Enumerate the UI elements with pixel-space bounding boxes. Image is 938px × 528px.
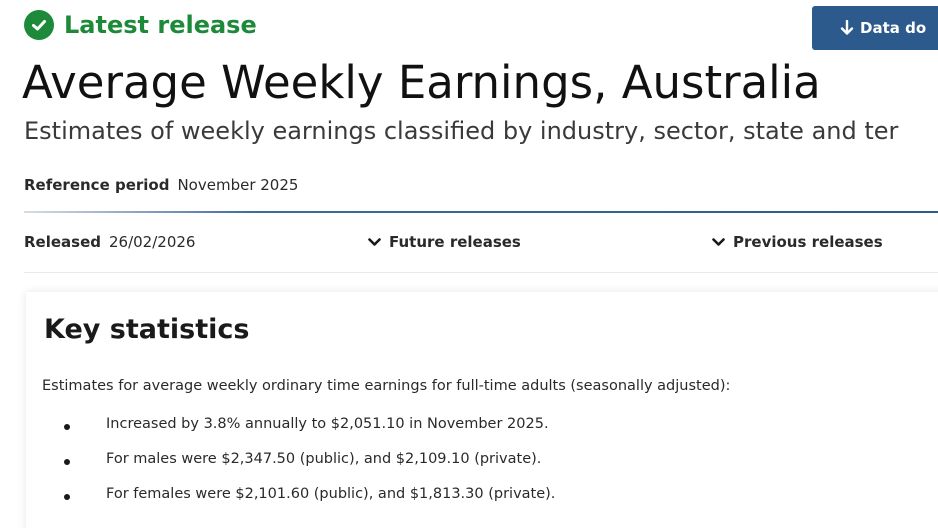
reference-period-label: Reference period — [24, 176, 170, 194]
previous-releases-toggle[interactable]: Previous releases — [712, 233, 883, 251]
chevron-down-icon — [368, 237, 381, 247]
list-item-text: For males were $2,347.50 (public), and $… — [106, 451, 542, 467]
latest-release-label: Latest release — [64, 11, 257, 39]
key-statistics-intro: Estimates for average weekly ordinary ti… — [42, 378, 731, 394]
key-statistics-panel: Key statistics Estimates for average wee… — [26, 292, 938, 528]
reference-period-value: November 2025 — [177, 176, 299, 194]
check-circle-icon — [24, 10, 54, 40]
released-value: 26/02/2026 — [109, 233, 196, 251]
released-date: Released 26/02/2026 — [24, 233, 195, 251]
reference-period: Reference period November 2025 — [24, 176, 298, 194]
previous-releases-label: Previous releases — [733, 233, 883, 251]
page-subtitle: Estimates of weekly earnings classified … — [24, 117, 899, 145]
released-label: Released — [24, 233, 101, 251]
data-download-button[interactable]: Data do — [812, 6, 938, 50]
bullet-icon — [64, 424, 70, 430]
latest-release-badge: Latest release — [24, 9, 257, 41]
page-title: Average Weekly Earnings, Australia — [22, 56, 821, 109]
chevron-down-icon — [712, 237, 725, 247]
release-info-row: Released 26/02/2026 Future releases Previ… — [24, 233, 938, 255]
future-releases-label: Future releases — [389, 233, 521, 251]
list-item-text: Increased by 3.8% annually to $2,051.10 … — [106, 416, 549, 432]
release-row-divider — [24, 272, 938, 273]
header-divider — [24, 211, 938, 213]
list-item-text: For females were $2,101.60 (public), and… — [106, 486, 556, 502]
key-statistics-heading: Key statistics — [44, 314, 250, 345]
bullet-icon — [64, 459, 70, 465]
data-download-label: Data do — [860, 19, 927, 37]
bullet-icon — [64, 494, 70, 500]
release-page: Latest release Data do Average Weekly Ea… — [0, 0, 938, 528]
download-arrow-icon — [840, 20, 854, 36]
future-releases-toggle[interactable]: Future releases — [368, 233, 521, 251]
